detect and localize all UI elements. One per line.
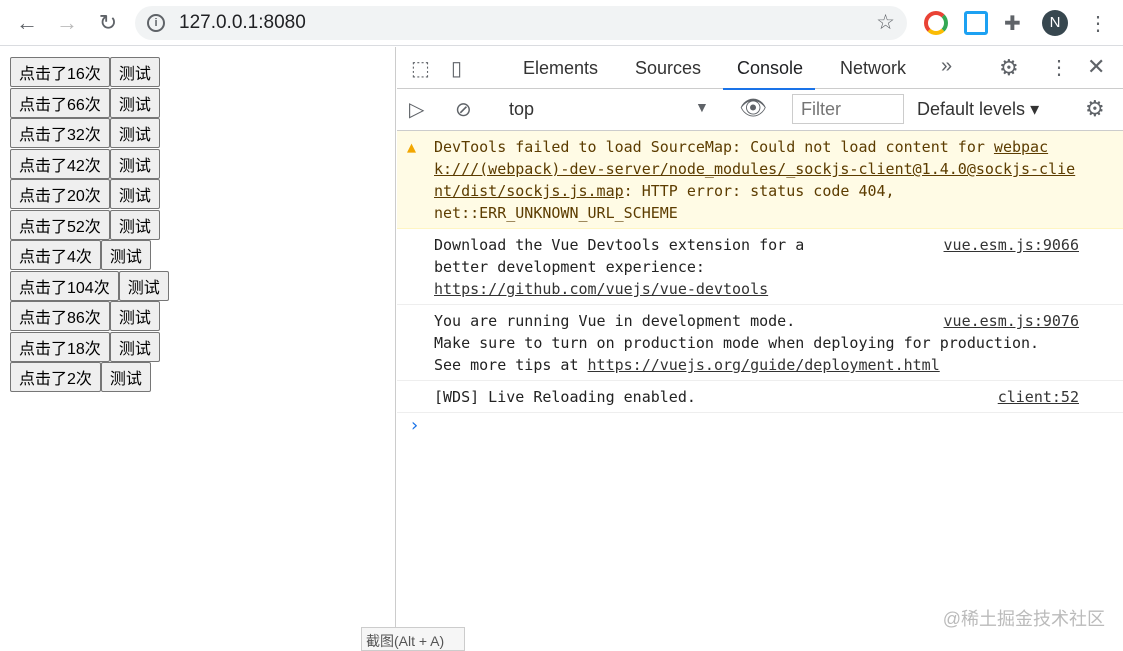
test-button[interactable]: 测试	[118, 270, 169, 301]
forward-icon[interactable]: →	[54, 10, 80, 36]
test-button[interactable]: 测试	[109, 118, 160, 148]
click-count-button[interactable]: 点击了32次	[10, 118, 110, 148]
log-levels-label: Default levels	[917, 99, 1026, 119]
extension-color-icon[interactable]	[924, 11, 948, 35]
tab-console[interactable]: Console	[722, 58, 816, 90]
test-button[interactable]: 测试	[109, 301, 160, 331]
avatar[interactable]: N	[1042, 10, 1068, 36]
console-log-message: You are running Vue in development mode.…	[397, 305, 1123, 381]
address-bar[interactable]: i 127.0.0.1:8080 ☆	[135, 6, 907, 40]
click-count-button[interactable]: 点击了2次	[10, 362, 101, 392]
source-link[interactable]: client:52	[998, 386, 1079, 408]
tab-network[interactable]: Network	[840, 58, 906, 79]
warning-icon: ▲	[407, 138, 417, 156]
inspect-element-icon[interactable]: ⬚	[411, 56, 430, 81]
prompt-chevron-icon: ›	[409, 415, 420, 436]
button-row: 点击了66次 测试	[10, 87, 160, 118]
sidebar-toggle-icon[interactable]: ▷	[409, 97, 424, 122]
clear-console-icon[interactable]: ⊘	[455, 97, 472, 122]
screenshot-tooltip: 截图(Alt + A)	[361, 627, 465, 651]
extension-window-icon[interactable]	[964, 11, 988, 35]
tab-sources[interactable]: Sources	[635, 58, 701, 79]
message-text: [WDS] Live Reloading enabled.	[434, 388, 696, 406]
tab-elements[interactable]: Elements	[523, 58, 598, 79]
button-row: 点击了18次 测试	[10, 331, 160, 362]
more-options-icon[interactable]: ⋮	[1049, 55, 1069, 80]
vue-devtools-link[interactable]: https://github.com/vuejs/vue-devtools	[434, 280, 768, 298]
message-body: Download the Vue Devtools extension for …	[434, 234, 864, 300]
click-count-button[interactable]: 点击了16次	[10, 57, 110, 87]
test-button[interactable]: 测试	[100, 362, 151, 392]
test-button[interactable]: 测试	[109, 179, 160, 209]
console-warning-message: ▲ DevTools failed to load SourceMap: Coul…	[397, 131, 1123, 229]
click-count-button[interactable]: 点击了104次	[10, 270, 119, 301]
extensions-puzzle-icon[interactable]: ✚	[1004, 11, 1028, 35]
chevron-down-icon[interactable]: ▼	[695, 99, 709, 115]
context-select[interactable]: top	[509, 99, 534, 120]
console-log-message: [WDS] Live Reloading enabled. client:52	[397, 381, 1123, 413]
info-icon[interactable]: i	[147, 14, 165, 32]
live-expression-eye-icon[interactable]: 👁	[739, 95, 767, 121]
message-text: DevTools failed to load SourceMap: Could…	[434, 138, 994, 156]
bookmark-star-icon[interactable]: ☆	[876, 10, 895, 35]
click-count-button[interactable]: 点击了66次	[10, 87, 110, 118]
button-row: 点击了86次 测试	[10, 301, 160, 331]
test-button[interactable]: 测试	[109, 57, 160, 87]
click-count-button[interactable]: 点击了20次	[10, 179, 110, 209]
button-row: 点击了2次 测试	[10, 362, 151, 392]
test-button[interactable]: 测试	[109, 331, 160, 362]
button-row: 点击了4次 测试	[10, 240, 151, 270]
button-row: 点击了52次 测试	[10, 209, 160, 240]
settings-gear-icon[interactable]: ⚙	[999, 55, 1019, 81]
close-icon[interactable]: ✕	[1087, 54, 1105, 80]
url-text: 127.0.0.1:8080	[179, 12, 306, 33]
filter-input[interactable]	[792, 94, 904, 124]
device-toolbar-icon[interactable]: ▯	[451, 56, 462, 81]
click-count-button[interactable]: 点击了52次	[10, 209, 110, 240]
test-button[interactable]: 测试	[109, 209, 160, 240]
console-toolbar: ▷ ⊘ top ▼ 👁 Default levels ▾ ⚙	[397, 89, 1123, 131]
test-button[interactable]: 测试	[100, 240, 151, 270]
click-count-button[interactable]: 点击了42次	[10, 148, 110, 179]
devtools-panel: ⬚ ▯ Elements Sources Console Network » ⚙…	[397, 47, 1123, 651]
log-levels-dropdown[interactable]: Default levels ▾	[917, 99, 1039, 120]
console-prompt[interactable]: ›	[397, 413, 1123, 444]
page-content: 点击了16次 测试 点击了66次 测试 点击了32次 测试 点击了42次 测试 点击了20次 测试…	[0, 47, 396, 651]
source-link[interactable]: vue.esm.js:9066	[944, 234, 1079, 256]
test-button[interactable]: 测试	[109, 87, 160, 118]
button-row: 点击了20次 测试	[10, 179, 160, 209]
more-tabs-icon[interactable]: »	[941, 55, 952, 78]
reload-icon[interactable]: ↻	[95, 10, 121, 36]
button-row: 点击了16次 测试	[10, 57, 160, 87]
source-link[interactable]: vue.esm.js:9076	[944, 310, 1079, 332]
back-icon[interactable]: ←	[14, 10, 40, 36]
button-row: 点击了104次 测试	[10, 270, 169, 301]
browser-toolbar: ← → ↻ i 127.0.0.1:8080 ☆ ✚ N ⋮	[0, 0, 1123, 46]
deployment-guide-link[interactable]: https://vuejs.org/guide/deployment.html	[588, 356, 940, 374]
console-log-message: Download the Vue Devtools extension for …	[397, 229, 1123, 305]
console-settings-gear-icon[interactable]: ⚙	[1085, 96, 1105, 122]
message-text: Download the Vue Devtools extension for …	[434, 236, 805, 276]
button-row: 点击了42次 测试	[10, 148, 160, 179]
click-count-button[interactable]: 点击了18次	[10, 331, 110, 362]
devtools-tabbar: ⬚ ▯ Elements Sources Console Network » ⚙…	[397, 47, 1123, 90]
click-count-button[interactable]: 点击了4次	[10, 240, 101, 270]
menu-kebab-icon[interactable]: ⋮	[1086, 11, 1110, 35]
test-button[interactable]: 测试	[109, 148, 160, 179]
click-count-button[interactable]: 点击了86次	[10, 301, 110, 331]
watermark: @稀土掘金技术社区	[942, 609, 1105, 629]
button-row: 点击了32次 测试	[10, 118, 160, 148]
